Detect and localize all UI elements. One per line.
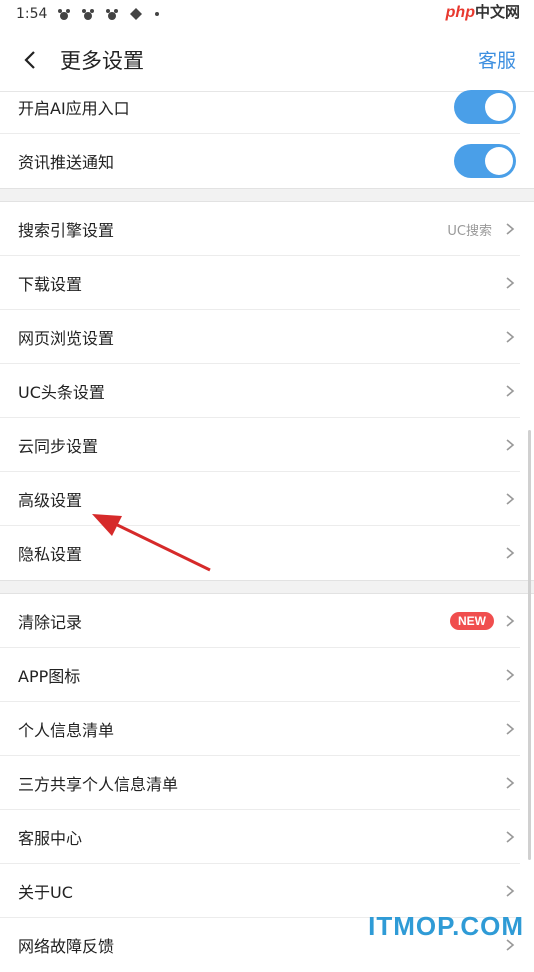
- settings-row-app-icon[interactable]: APP图标: [0, 648, 534, 702]
- chevron-right-icon: [506, 493, 515, 505]
- scrollbar[interactable]: [528, 430, 531, 860]
- toggle-row-news-push: 资讯推送通知: [0, 134, 534, 188]
- news-push-toggle[interactable]: [454, 144, 516, 178]
- more-notifications-dot: [155, 12, 160, 16]
- row-label: 客服中心: [18, 829, 83, 848]
- chevron-right-icon: [506, 885, 515, 897]
- settings-row-third-party-list[interactable]: 三方共享个人信息清单: [0, 756, 534, 810]
- row-label: 关于UC: [18, 883, 73, 902]
- row-label: 云同步设置: [18, 437, 99, 456]
- chevron-right-icon: [506, 277, 515, 289]
- section-divider: [0, 580, 534, 594]
- paw-notification-icon: [106, 9, 119, 20]
- row-label: 搜索引擎设置: [18, 221, 115, 240]
- settings-row-privacy[interactable]: 隐私设置: [0, 526, 534, 580]
- row-label: 三方共享个人信息清单: [18, 775, 179, 794]
- settings-row-advanced[interactable]: 高级设置: [0, 472, 534, 526]
- chevron-right-icon: [506, 777, 515, 789]
- settings-row-uc-headlines[interactable]: UC头条设置: [0, 364, 534, 418]
- row-label: 高级设置: [18, 491, 83, 510]
- section-divider: [0, 188, 534, 202]
- status-time: 1:54: [16, 6, 48, 22]
- settings-row-about-uc[interactable]: 关于UC: [0, 864, 534, 918]
- paw-notification-icon: [82, 9, 95, 20]
- settings-row-clear-records[interactable]: 清除记录 NEW: [0, 594, 534, 648]
- chevron-right-icon: [506, 223, 515, 235]
- chevron-right-icon: [506, 385, 515, 397]
- page-title: 更多设置: [60, 48, 144, 73]
- row-label: 清除记录: [18, 613, 83, 632]
- chevron-right-icon: [506, 615, 515, 627]
- row-label: 下载设置: [18, 275, 83, 294]
- row-label: 网络故障反馈: [18, 937, 115, 956]
- chevron-right-icon: [506, 723, 515, 735]
- settings-list: 开启AI应用入口 资讯推送通知 搜索引擎设置 UC搜索 下载设置 网页浏览设置 …: [0, 80, 534, 972]
- settings-row-cloud-sync[interactable]: 云同步设置: [0, 418, 534, 472]
- settings-row-download[interactable]: 下载设置: [0, 256, 534, 310]
- row-label: APP图标: [18, 667, 81, 686]
- settings-row-search-engine[interactable]: 搜索引擎设置 UC搜索: [0, 202, 534, 256]
- row-label: UC头条设置: [18, 383, 105, 402]
- row-label: 隐私设置: [18, 545, 83, 564]
- toggle-row-ai-entry: 开启AI应用入口: [0, 80, 534, 134]
- search-engine-value: UC搜索: [447, 223, 492, 239]
- chevron-left-icon: [24, 50, 35, 69]
- back-button[interactable]: [16, 46, 44, 74]
- settings-row-service-center[interactable]: 客服中心: [0, 810, 534, 864]
- row-label: 个人信息清单: [18, 721, 115, 740]
- chevron-right-icon: [506, 331, 515, 343]
- row-label: 网页浏览设置: [18, 329, 115, 348]
- chevron-right-icon: [506, 547, 515, 559]
- customer-service-button[interactable]: 客服: [478, 46, 516, 73]
- row-label: 资讯推送通知: [18, 153, 115, 172]
- watermark-top: php中文网: [445, 4, 520, 21]
- row-label: 开启AI应用入口: [18, 99, 130, 118]
- chevron-right-icon: [506, 439, 515, 451]
- chevron-right-icon: [506, 669, 515, 681]
- app-notification-icon: [130, 8, 143, 20]
- settings-row-browsing[interactable]: 网页浏览设置: [0, 310, 534, 364]
- chevron-right-icon: [506, 831, 515, 843]
- new-badge: NEW: [450, 612, 494, 630]
- settings-row-personal-info-list[interactable]: 个人信息清单: [0, 702, 534, 756]
- paw-notification-icon: [58, 9, 71, 20]
- ai-entry-toggle[interactable]: [454, 90, 516, 124]
- watermark-bottom: ITMOP.COM: [368, 911, 524, 941]
